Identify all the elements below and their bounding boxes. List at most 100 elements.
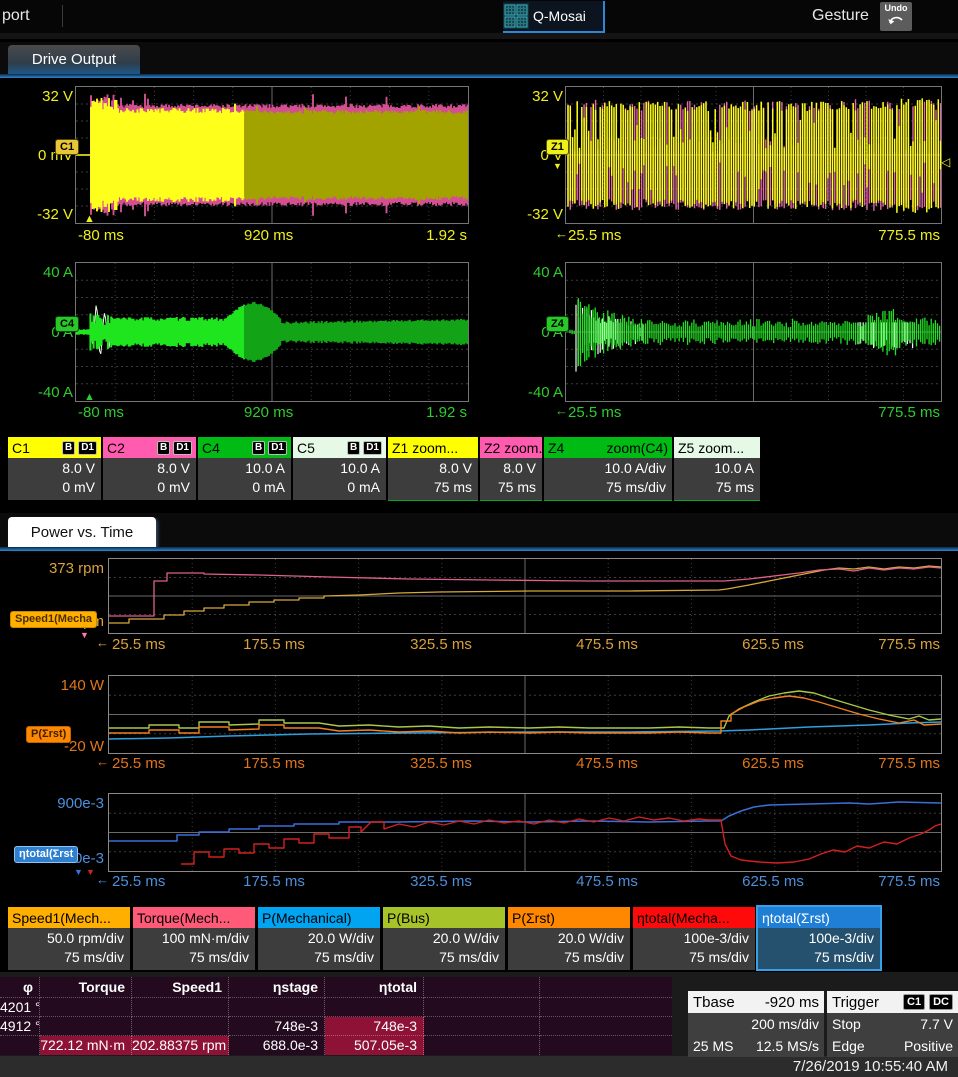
horizontal-scale: 75 ms/div: [544, 478, 666, 497]
col-header-blank: [540, 977, 672, 998]
table-cell: [132, 998, 229, 1017]
speed-xtick: 625.5 ms: [742, 636, 804, 653]
vertical-scale: 8.0 V: [480, 459, 536, 478]
descriptor-p-mechanical[interactable]: P(Mechanical) 20.0 W/div75 ms/div: [258, 907, 380, 969]
table-cell: 748e-3: [229, 1017, 325, 1036]
table-cell: [0, 1036, 40, 1055]
descriptor-z1[interactable]: Z1 zoom... 8.0 V75 ms: [388, 437, 478, 501]
efficiency-strip-plot[interactable]: [108, 793, 942, 872]
power-tabstrip: Power vs. Time: [0, 513, 958, 549]
c1-waveform: [76, 87, 468, 223]
trigger-source-badge: C1: [903, 994, 925, 1010]
descriptor-c2[interactable]: C2BD1 8.0 V0 mV: [103, 437, 196, 499]
trigger-title: Trigger: [832, 994, 879, 1011]
descriptor-eta-mechanical[interactable]: ηtotal(Mecha... 100e-3/div75 ms/div: [633, 907, 755, 969]
oscilloscope-screen: port Q-Mosai Gesture Undo: [0, 0, 958, 1077]
descriptor-title: P(Bus): [387, 910, 430, 926]
descriptor-title: Speed1(Mech...: [12, 910, 111, 926]
c1-trace-badge[interactable]: C1: [55, 139, 79, 155]
descriptor-p-sum[interactable]: P(Σrst) 20.0 W/div75 ms/div: [508, 907, 630, 969]
trigger-level: 7.7 V: [920, 1016, 953, 1032]
z1-trace-badge[interactable]: Z1: [546, 139, 569, 155]
efficiency-trace-badge[interactable]: ηtotal(Σrst: [14, 846, 78, 863]
speed-xtick: 25.5 ms: [112, 636, 165, 653]
descriptor-speed1[interactable]: Speed1(Mech... 50.0 rpm/div75 ms/div: [8, 907, 130, 969]
vertical-scale: 8.0 V: [8, 459, 95, 478]
col-header-speed1: Speed1: [132, 977, 229, 998]
descriptor-eta-sum-selected[interactable]: ηtotal(Σrst) 100e-3/div75 ms/div: [758, 907, 880, 969]
c1-voltage-plot[interactable]: [75, 86, 469, 224]
c4-waveform: [76, 263, 468, 401]
efficiency-waveform: [109, 794, 941, 871]
horizontal-scale: 75 ms: [480, 478, 536, 497]
c4-current-plot[interactable]: [75, 262, 469, 402]
descriptor-subtitle: zoom...: [412, 440, 458, 456]
c4-trigger-time-marker: ▲: [84, 391, 95, 403]
speed-pan-left-arrow[interactable]: ←: [96, 637, 109, 649]
descriptor-torque[interactable]: Torque(Mech... 100 mN·m/div75 ms/div: [133, 907, 255, 969]
trigger-type: Edge: [832, 1038, 865, 1054]
c4-trace-badge[interactable]: C4: [55, 316, 79, 332]
descriptor-title: C5: [297, 440, 315, 456]
menu-item-port[interactable]: port: [2, 7, 30, 25]
measurement-table: φ Torque Speed1 ηstage ηtotal 4201 ° 491…: [0, 977, 672, 1055]
horizontal-scale: 75 ms/div: [758, 948, 874, 967]
timebase-panel[interactable]: Tbase-920 ms 200 ms/div 25 MS12.5 MS/s: [688, 991, 824, 1057]
descriptor-z4[interactable]: Z4zoom(C4) 10.0 A/div75 ms/div: [544, 437, 672, 501]
tab-drive-output[interactable]: Drive Output: [8, 45, 140, 75]
efficiency-red-cursor-arrow: ▼: [86, 866, 95, 878]
power-trace-badge[interactable]: P(Σrst): [26, 726, 71, 743]
descriptor-title: Z2: [484, 440, 500, 456]
efficiency-pan-left-arrow[interactable]: ←: [96, 874, 109, 886]
speed-xtick: 775.5 ms: [878, 636, 940, 653]
c1-trigger-time-marker: ▲: [84, 213, 95, 225]
descriptor-title: C1: [12, 440, 30, 456]
descriptor-z2[interactable]: Z2 zoom... 8.0 V75 ms: [480, 437, 542, 501]
z4-zoom-plot[interactable]: [565, 262, 942, 402]
speed-strip-plot[interactable]: [108, 558, 942, 634]
digital-badge: D1: [363, 441, 382, 455]
z1-zoom-plot[interactable]: [565, 86, 942, 224]
table-cell: [424, 998, 540, 1017]
descriptor-title: P(Mechanical): [262, 910, 351, 926]
descriptor-c5[interactable]: C5BD1 10.0 A0 mA: [293, 437, 386, 499]
digital-badge: D1: [173, 441, 192, 455]
table-cell-highlighted: 507.05e-3: [325, 1036, 424, 1055]
c1-trigger-level-marker[interactable]: ◁: [941, 156, 950, 168]
vertical-scale: 8.0 V: [388, 459, 472, 478]
vertical-scale: 100 mN·m/div: [133, 929, 249, 948]
descriptor-c1[interactable]: C1BD1 8.0 V0 mV: [8, 437, 101, 499]
z4-trace-badge[interactable]: Z4: [546, 316, 569, 332]
power-top-label: 140 W: [10, 677, 104, 694]
efficiency-xtick: 175.5 ms: [243, 873, 305, 890]
descriptor-p-bus[interactable]: P(Bus) 20.0 W/div75 ms/div: [383, 907, 505, 969]
table-cell: [40, 1017, 132, 1036]
table-cell: [229, 998, 325, 1017]
trigger-mode: Stop: [832, 1016, 861, 1032]
vertical-scale: 20.0 W/div: [258, 929, 374, 948]
z1-pan-left-arrow[interactable]: ←: [555, 228, 568, 240]
c1-ytick-top: 32 V: [13, 88, 73, 105]
z4-waveform: [566, 263, 941, 401]
descriptor-z5[interactable]: Z5 zoom... 10.0 A75 ms: [674, 437, 760, 501]
c4-xtick-right: 1.92 s: [407, 404, 467, 421]
tab-power-vs-time[interactable]: Power vs. Time: [8, 517, 156, 548]
power-strip-plot[interactable]: [108, 675, 942, 754]
table-cell-highlighted: 722.12 mN·m: [40, 1036, 132, 1055]
undo-button[interactable]: Undo: [880, 2, 912, 31]
qmosaic-button[interactable]: Q-Mosai: [503, 1, 605, 33]
vertical-offset: 0 mV: [103, 478, 190, 497]
trigger-panel[interactable]: TriggerC1DC Stop7.7 V EdgePositive: [827, 991, 958, 1057]
trigger-slope: Positive: [904, 1038, 953, 1054]
descriptor-c4[interactable]: C4BD1 10.0 A0 mA: [198, 437, 291, 499]
speed-trace-badge[interactable]: Speed1(Mecha: [10, 611, 97, 628]
timebase-sample-rate: 12.5 MS/s: [756, 1038, 819, 1054]
power-pan-left-arrow[interactable]: ←: [96, 756, 109, 768]
horizontal-scale: 75 ms/div: [383, 948, 499, 967]
z4-pan-left-arrow[interactable]: ←: [555, 405, 568, 417]
horizontal-scale: 75 ms/div: [8, 948, 124, 967]
power-xtick: 175.5 ms: [243, 755, 305, 772]
speed-waveform: [109, 559, 941, 633]
table-cell-highlighted: 202.88375 rpm: [132, 1036, 229, 1055]
c4-xtick-mid: 920 ms: [244, 404, 293, 421]
